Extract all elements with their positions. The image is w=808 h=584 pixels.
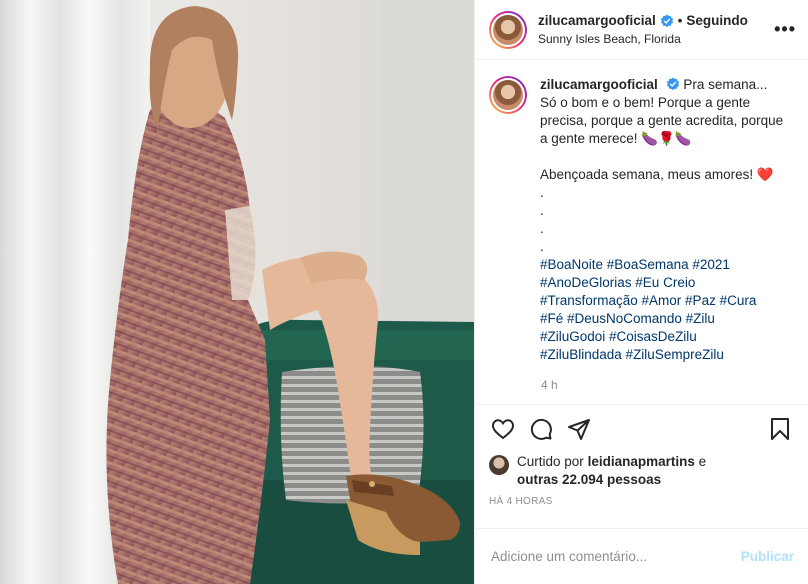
verified-badge-icon <box>660 14 674 28</box>
hashtag-line[interactable]: #BoaNoite #BoaSemana #2021 <box>540 256 786 274</box>
share-icon[interactable] <box>565 415 593 443</box>
liker-avatar[interactable] <box>489 455 509 475</box>
post-header: zilucamargooficial • Seguindo Sunny Isle… <box>475 0 808 60</box>
instagram-post: zilucamargooficial • Seguindo Sunny Isle… <box>0 0 808 584</box>
comment-bar: Publicar <box>475 528 808 584</box>
caption-username[interactable]: zilucamargooficial <box>540 77 658 92</box>
post-timestamp[interactable]: HÁ 4 HORAS <box>475 495 808 528</box>
caption-line-2: Abençoada semana, meus amores! ❤️ <box>540 167 774 182</box>
caption-dot-line: . <box>540 185 544 200</box>
hashtag-line[interactable]: #ZiluBlindada #ZiluSempreZilu <box>540 346 786 364</box>
comment-input[interactable] <box>491 549 731 564</box>
caption-dot-line: . <box>540 239 544 254</box>
author-info: zilucamargooficial • Seguindo Sunny Isle… <box>538 13 748 46</box>
more-options-icon[interactable]: ••• <box>774 19 796 40</box>
hashtag-line[interactable]: #Fé #DeusNoComando #Zilu <box>540 310 786 328</box>
caption-time: 4 h <box>541 378 558 392</box>
author-username[interactable]: zilucamargooficial <box>538 13 656 28</box>
separator-dot: • <box>677 13 683 28</box>
caption-dot-line: . <box>540 203 544 218</box>
caption-text: zilucamargooficial Pra semana... Só o bo… <box>540 76 786 364</box>
author-avatar[interactable] <box>489 10 527 49</box>
post-sidebar: zilucamargooficial • Seguindo Sunny Isle… <box>474 0 808 584</box>
hashtag-line[interactable]: #Transformação #Amor #Paz #Cura <box>540 292 786 310</box>
verified-badge-icon <box>666 77 680 91</box>
likes-text: Curtido por leidianapmartins e outras 22… <box>517 454 707 487</box>
likes-summary: Curtido por leidianapmartins e outras 22… <box>475 453 808 495</box>
post-image <box>0 0 474 584</box>
follow-status-button[interactable]: Seguindo <box>686 13 748 28</box>
location-link[interactable]: Sunny Isles Beach, Florida <box>538 32 748 46</box>
post-photo[interactable] <box>0 0 474 584</box>
caption-area: zilucamargooficial Pra semana... Só o bo… <box>475 60 808 404</box>
heart-icon[interactable] <box>489 415 517 443</box>
publish-button[interactable]: Publicar <box>741 549 794 564</box>
bookmark-icon[interactable] <box>766 415 794 443</box>
liker-username[interactable]: leidianapmartins <box>588 454 695 469</box>
caption-row: zilucamargooficial Pra semana... Só o bo… <box>489 76 792 364</box>
hashtag-line[interactable]: #AnoDeGlorias #Eu Creio <box>540 274 786 292</box>
hashtag-line[interactable]: #ZiluGodoi #CoisasDeZilu <box>540 328 786 346</box>
caption-dot-line: . <box>540 221 544 236</box>
caption-avatar[interactable] <box>489 76 527 114</box>
comment-icon[interactable] <box>527 415 555 443</box>
action-bar <box>475 404 808 453</box>
likes-count-link[interactable]: outras 22.094 pessoas <box>517 472 661 487</box>
